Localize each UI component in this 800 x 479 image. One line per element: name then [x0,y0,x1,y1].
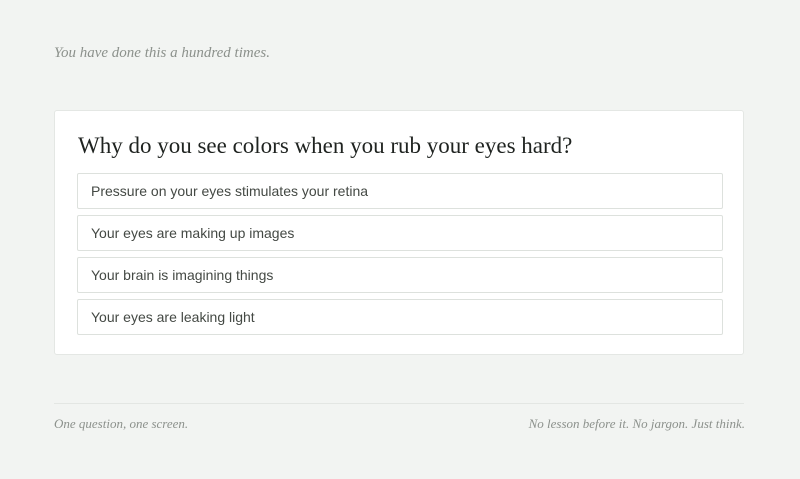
question-title: Why do you see colors when you rub your … [78,133,573,158]
question-card: Why do you see colors when you rub your … [54,110,744,355]
answer-option-4[interactable]: Your eyes are leaking light [77,299,723,335]
footer-tagline: One question, one screen. [54,416,189,431]
answer-option-1[interactable]: Pressure on your eyes stimulates your re… [77,173,723,209]
answer-option-2[interactable]: Your eyes are making up images [77,215,723,251]
intro-text: You have done this a hundred times. [54,45,270,61]
footer-note: No lesson before it. No jargon. Just thi… [528,416,745,431]
answer-options: Pressure on your eyes stimulates your re… [77,173,723,341]
answer-option-3[interactable]: Your brain is imagining things [77,257,723,293]
footer-divider [54,403,744,404]
